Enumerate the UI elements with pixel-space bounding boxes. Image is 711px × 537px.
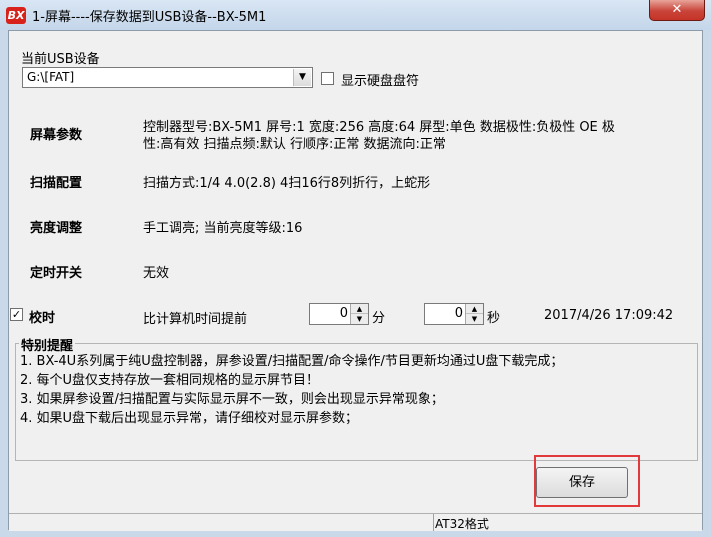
spin-up-icon[interactable]: ▲ (351, 304, 368, 314)
close-button[interactable]: ✕ (649, 0, 705, 21)
calibrate-time-title: 校时 (29, 311, 56, 326)
spin-down-icon[interactable]: ▼ (466, 314, 483, 324)
app-logo-icon: BX (6, 7, 26, 24)
calibrate-time-checkbox[interactable]: ✓ (10, 308, 23, 321)
brightness-title: 亮度调整 (30, 221, 83, 236)
save-button[interactable]: 保存 (536, 467, 628, 498)
status-bar: AT32格式 (9, 513, 702, 531)
usb-device-select[interactable]: G:\[FAT] ▼ (22, 67, 313, 88)
scan-config-title: 扫描配置 (30, 176, 83, 191)
current-datetime: 2017/4/26 17:09:42 (544, 308, 674, 323)
usb-device-label: 当前USB设备 (21, 52, 100, 67)
chevron-down-icon[interactable]: ▼ (293, 69, 311, 86)
timer-switch-title: 定时开关 (30, 266, 83, 281)
spin-down-icon[interactable]: ▼ (351, 314, 368, 324)
minutes-unit: 分 (372, 311, 386, 326)
show-drive-letter-label: 显示硬盘盘符 (341, 74, 420, 89)
spin-up-icon[interactable]: ▲ (466, 304, 483, 314)
show-drive-letter-checkbox[interactable] (321, 72, 334, 85)
title-bar: BX 1-屏幕----保存数据到USB设备--BX-5M1 ✕ (0, 0, 711, 30)
notice-item: 1. BX-4U系列属于纯U盘控制器，屏参设置/扫描配置/命令操作/节目更新均通… (20, 354, 564, 369)
minutes-spinner[interactable]: 0 ▲ ▼ (309, 303, 369, 325)
timer-switch-value: 无效 (143, 266, 170, 281)
seconds-spinner[interactable]: 0 ▲ ▼ (424, 303, 484, 325)
notice-list: 1. BX-4U系列属于纯U盘控制器，屏参设置/扫描配置/命令操作/节目更新均通… (20, 352, 563, 428)
notice-item: 3. 如果屏参设置/扫描配置与实际显示屏不一致，则会出现显示异常现象； (20, 392, 444, 407)
calibrate-prefix: 比计算机时间提前 (143, 312, 248, 327)
brightness-value: 手工调亮; 当前亮度等级:16 (143, 221, 303, 236)
screen-params-line2: 性:高有效 扫描点频:默认 行顺序:正常 数据流向:正常 (143, 137, 446, 152)
window-title: 1-屏幕----保存数据到USB设备--BX-5M1 (32, 10, 267, 25)
usb-device-value: G:\[FAT] (27, 70, 75, 84)
notice-item: 4. 如果U盘下载后出现显示异常，请仔细校对显示屏参数； (20, 411, 359, 426)
notice-item: 2. 每个U盘仅支持存放一套相同规格的显示屏节目！ (20, 373, 320, 388)
seconds-value: 0 (454, 306, 463, 321)
status-format: AT32格式 (435, 517, 489, 531)
scan-config-value: 扫描方式:1/4 4.0(2.8) 4扫16行8列折行，上蛇形 (143, 176, 431, 191)
screen-params-title: 屏幕参数 (30, 128, 83, 143)
seconds-unit: 秒 (487, 311, 501, 326)
minutes-value: 0 (339, 306, 348, 321)
